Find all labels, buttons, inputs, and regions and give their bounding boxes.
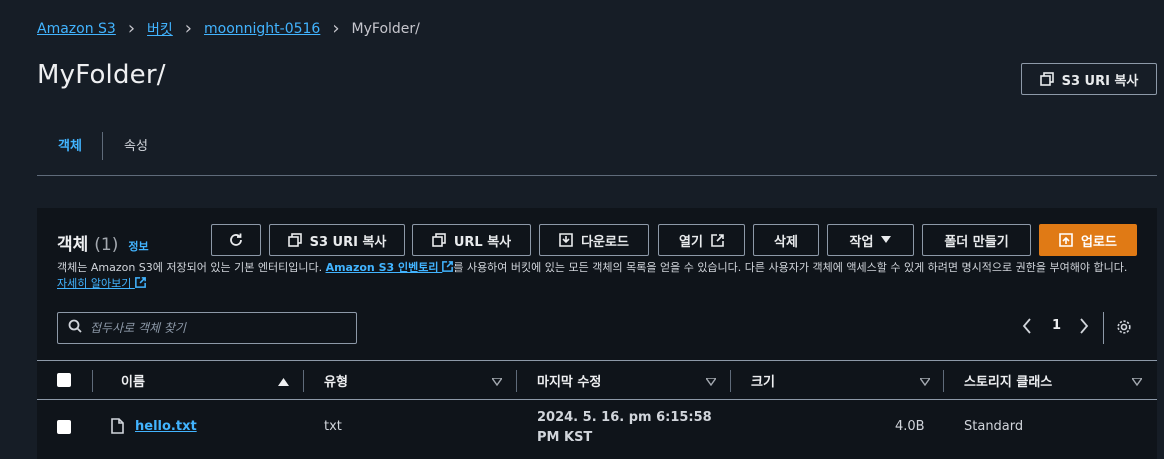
object-name-link[interactable]: hello.txt [135,419,197,434]
description-pre: 객체는 Amazon S3에 저장되어 있는 기본 엔터티입니다. [57,261,326,274]
inventory-link[interactable]: Amazon S3 인벤토리 [326,261,454,274]
delete-button[interactable]: 삭제 [753,224,819,256]
external-link-icon [134,277,146,288]
chevron-right-icon: › [184,18,192,39]
object-last-modified: 2024. 5. 16. pm 6:15:58 PM KST [537,408,712,448]
gear-icon [1117,320,1131,334]
column-header-size[interactable]: 크기 [751,361,775,399]
checkbox [57,373,71,387]
table-header: 이름 유형 마지막 수정 크기 스토리지 클래스 [37,360,1157,400]
search-box [57,312,357,344]
download-icon [559,233,573,247]
download-label: 다운로드 [581,234,629,250]
table-row: hello.txt txt 2024. 5. 16. pm 6:15:58 PM… [37,400,1157,459]
column-divider [92,370,93,392]
open-button[interactable]: 열기 [658,224,745,256]
upload-button[interactable]: 업로드 [1039,224,1137,256]
column-header-last-modified[interactable]: 마지막 수정 [537,361,601,399]
select-all-checkbox[interactable] [57,361,71,399]
refresh-icon [228,232,244,248]
upload-label: 업로드 [1081,234,1117,250]
download-button[interactable]: 다운로드 [539,224,649,256]
objects-count: (1) [94,235,119,255]
search-icon [68,319,82,337]
checkbox [57,420,71,434]
inventory-link-text: Amazon S3 인벤토리 [325,261,439,274]
objects-title: 객체 [57,235,89,255]
file-icon [111,418,124,438]
copy-s3-uri-label: S3 URI 복사 [309,234,387,250]
search-input[interactable] [90,321,340,335]
copy-url-button[interactable]: URL 복사 [412,224,531,256]
object-storage-class: Standard [964,419,1024,434]
external-link-icon [442,261,454,272]
chevron-left-icon [1022,318,1031,334]
learn-more-text: 자세히 알아보기 [57,277,132,290]
copy-s3-uri-button[interactable]: S3 URI 복사 [269,224,405,256]
breadcrumb-buckets[interactable]: 버킷 [147,19,173,39]
upload-icon [1059,233,1073,247]
caret-down-icon [881,236,892,244]
chevron-right-icon: › [332,18,340,39]
sort-caret-down-icon[interactable] [918,374,932,390]
page-title: MyFolder/ [37,60,166,90]
copy-icon [287,233,302,247]
actions-dropdown[interactable]: 작업 [827,224,914,256]
create-folder-label: 폴더 만들기 [944,234,1009,250]
column-divider [730,370,731,392]
create-folder-button[interactable]: 폴더 만들기 [922,224,1031,256]
sort-caret-down-icon[interactable] [704,374,718,390]
actions-label: 작업 [849,234,874,250]
next-page-button[interactable] [1079,318,1089,334]
copy-icon [1039,72,1054,86]
tab-bar: 객체 속성 [37,126,1157,176]
sort-caret-down-icon[interactable] [1130,374,1144,390]
row-checkbox[interactable] [57,420,71,434]
chevron-right-icon [1080,318,1089,334]
breadcrumb-amazon-s3[interactable]: Amazon S3 [37,21,116,37]
objects-panel-title: 객체 (1) 정보 [57,230,149,255]
pager-divider [1103,312,1104,344]
refresh-button[interactable] [211,224,261,256]
column-header-storage-class[interactable]: 스토리지 클래스 [964,361,1052,399]
settings-button[interactable] [1116,319,1132,335]
column-header-type[interactable]: 유형 [324,361,348,399]
column-header-name[interactable]: 이름 [121,361,145,399]
tab-divider [102,132,103,160]
copy-s3-uri-header-button[interactable]: S3 URI 복사 [1021,63,1157,95]
column-divider [943,370,944,392]
previous-page-button[interactable] [1022,318,1032,334]
last-modified-line2: PM KST [537,430,593,445]
breadcrumb-bucket-name[interactable]: moonnight-0516 [204,21,320,37]
object-size: 4.0B [895,419,925,434]
sort-caret-down-icon[interactable] [490,374,504,390]
delete-label: 삭제 [774,234,798,250]
description-post: 를 사용하여 버킷에 있는 모든 객체의 목록을 얻을 수 있습니다. 다른 사… [453,261,1128,274]
objects-description: 객체는 Amazon S3에 저장되어 있는 기본 엔터티입니다. Amazon… [57,260,1147,292]
copy-s3-uri-header-label: S3 URI 복사 [1061,73,1139,89]
external-link-icon [711,233,724,247]
last-modified-line1: 2024. 5. 16. pm 6:15:58 [537,410,712,425]
column-divider [303,370,304,392]
info-link[interactable]: 정보 [128,238,148,254]
object-type: txt [324,419,342,434]
tab-properties[interactable]: 속성 [124,126,148,162]
tab-objects[interactable]: 객체 [58,126,82,162]
breadcrumb: Amazon S3 › 버킷 › moonnight-0516 › MyFold… [37,18,420,40]
sort-ascending-icon[interactable] [278,374,289,390]
copy-url-label: URL 복사 [453,234,512,250]
column-divider [516,370,517,392]
page-number[interactable]: 1 [1052,318,1061,333]
learn-more-link[interactable]: 자세히 알아보기 [57,277,146,290]
open-label: 열기 [679,234,703,250]
chevron-right-icon: › [127,18,136,39]
breadcrumb-current: MyFolder/ [351,21,420,37]
copy-icon [432,233,446,247]
objects-panel: 객체 (1) 정보 S3 URI 복사 URL 복사 다운로드 열기 삭제 작업… [37,208,1157,459]
